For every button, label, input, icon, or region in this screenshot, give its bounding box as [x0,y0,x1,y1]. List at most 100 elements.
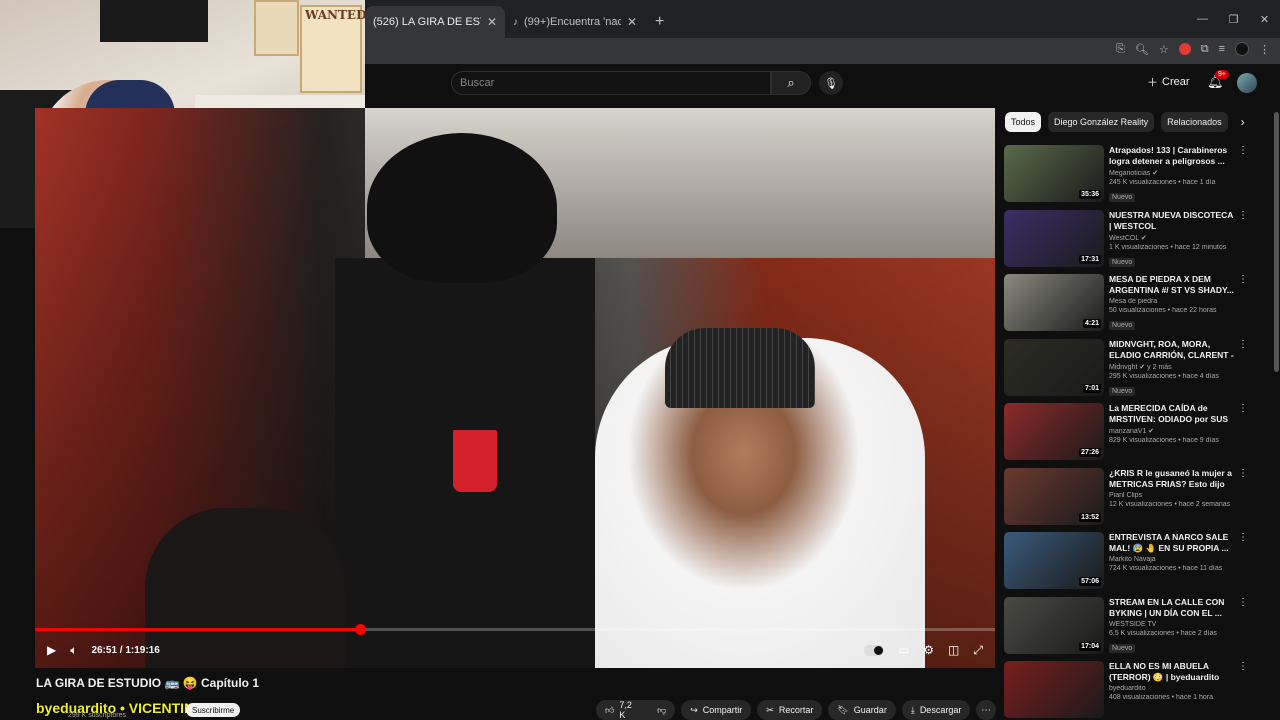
recommendation-info: ENTREVISTA A NARCO SALE MAL! 😰 🤚 EN SU P… [1109,532,1237,572]
close-tab-icon[interactable]: ✕ [487,15,497,29]
chip-todos[interactable]: Todos [1005,112,1042,132]
recommendation-title[interactable]: MIDNVGHT, ROA, MORA, ELADIO CARRIÓN, CLA… [1109,339,1237,361]
cast-icon[interactable]: ⎘ [1116,43,1125,56]
video-thumbnail[interactable] [1004,661,1104,718]
extension-icon[interactable] [1178,43,1191,55]
voice-search-button[interactable]: 🎙︎ [819,71,843,95]
clip-button[interactable]: ✂ Recortar [757,700,823,720]
time-display: 26:51 / 1:19:16 [91,644,160,656]
account-avatar[interactable] [1237,73,1257,93]
video-thumbnail[interactable]: 7:01 [1004,338,1104,396]
recommendation-channel[interactable]: Midnvght ✔ y 2 más [1109,363,1237,371]
recommendation-channel[interactable]: Mesa de piedra [1109,298,1237,305]
volume-icon[interactable]: 🔈︎ [70,643,77,658]
recommendation-title[interactable]: MESA DE PIEDRA X DEM ARGENTINA #/ ST VS … [1109,274,1237,296]
recommendation-item[interactable]: 35:36 Atrapados! 133 | Carabineros logra … [1004,145,1254,210]
kebab-menu-icon[interactable]: ⋮ [1238,597,1248,608]
youtube-header: Buscar ⌕ 🎙︎ ＋ Crear 🔔︎ 9+ [365,64,1280,108]
pinstripe-hat [665,328,815,408]
like-button[interactable]: 👍︎ 7,2 K [596,700,648,720]
bookmark-star-icon[interactable]: ☆ [1159,43,1169,56]
minimize-button[interactable]: — [1187,13,1218,25]
video-player[interactable]: ▶ 🔈︎ 26:51 / 1:19:16 ▭ ⚙ ◫ ⤢ [35,108,995,668]
kebab-menu-icon[interactable]: ⋮ [1238,532,1248,543]
dislike-button[interactable]: 👎︎ [648,700,675,720]
more-actions-button[interactable]: ⋯ [976,700,996,720]
search-input[interactable]: Buscar [451,71,771,95]
recommendation-item[interactable]: 57:06 ENTREVISTA A NARCO SALE MAL! 😰 🤚 EN… [1004,532,1254,597]
video-thumbnail[interactable]: 27:26 [1004,403,1104,460]
video-thumbnail[interactable]: 17:04 [1004,596,1104,654]
new-tab-button[interactable]: + [645,6,674,38]
recommendation-title[interactable]: La MERECIDA CAÍDA de MRSTIVEN: ODIADO po… [1109,403,1237,425]
video-thumbnail[interactable]: 57:06 [1004,532,1104,589]
recommendation-item[interactable]: 17:31 NUESTRA NUEVA DISCOTECA | WESTCOL We… [1004,209,1254,275]
profile-icon[interactable] [1235,42,1249,56]
kebab-menu-icon[interactable]: ⋮ [1238,210,1248,221]
create-button[interactable]: ＋ Crear [1147,74,1190,90]
recommendation-item[interactable]: ELLA NO ES MI ABUELA (TERROR) 😳 | byedua… [1004,661,1254,720]
video-duration: 13:52 [1079,512,1101,522]
recommendation-title[interactable]: ENTREVISTA A NARCO SALE MAL! 😰 🤚 EN SU P… [1109,532,1237,554]
recommendation-item[interactable]: 27:26 La MERECIDA CAÍDA de MRSTIVEN: ODIA… [1004,403,1254,468]
scissors-icon: ✂ [766,704,774,715]
recommendation-channel[interactable]: Meganoticias ✔ [1109,169,1237,177]
share-button[interactable]: ↪ Compartir [681,700,752,720]
recommendation-info: ELLA NO ES MI ABUELA (TERROR) 😳 | byedua… [1109,661,1237,701]
browser-menu-icon[interactable]: ⋮ [1259,43,1270,56]
maximize-button[interactable]: ❐ [1218,13,1249,26]
extensions-puzzle-icon[interactable]: ⧉ [1201,43,1209,56]
close-tab-icon[interactable]: ✕ [627,15,637,29]
video-thumbnail[interactable]: 4:21 [1004,274,1104,331]
share-icon: ↪ [690,704,698,715]
kebab-menu-icon[interactable]: ⋮ [1238,339,1248,350]
subtitles-icon[interactable]: ▭ [898,643,909,657]
recommendation-item[interactable]: 7:01 MIDNVGHT, ROA, MORA, ELADIO CARRIÓN,… [1004,338,1254,404]
recommendation-title[interactable]: ELLA NO ES MI ABUELA (TERROR) 😳 | byedua… [1109,661,1237,683]
progress-fill [35,628,361,631]
media-icon[interactable]: ≡ [1219,43,1225,55]
download-button[interactable]: ⤓ Descargar [901,700,971,720]
recommendation-info: Atrapados! 133 | Carabineros logra deten… [1109,145,1237,204]
play-icon[interactable]: ▶ [47,643,56,657]
miniplayer-icon[interactable]: ◫ [948,643,959,657]
search-button[interactable]: ⌕ [771,71,811,95]
kebab-menu-icon[interactable]: ⋮ [1238,274,1248,285]
recommendation-item[interactable]: 4:21 MESA DE PIEDRA X DEM ARGENTINA #/ ST… [1004,274,1254,339]
video-thumbnail[interactable]: 35:36 [1004,145,1104,202]
subscribe-button[interactable]: Suscribirme [186,703,241,717]
recommendation-item[interactable]: 13:52 ¿KRIS R le gusaneó la mujer a METRI… [1004,467,1254,533]
chip-diego-gonzalez[interactable]: Diego González Reality [1048,112,1155,132]
recommendation-channel[interactable]: Markito Navaja [1109,556,1237,563]
kebab-menu-icon[interactable]: ⋮ [1238,145,1248,156]
recommendation-info: MESA DE PIEDRA X DEM ARGENTINA #/ ST VS … [1109,274,1237,332]
recommendation-channel[interactable]: byeduardito [1109,685,1237,692]
browser-tab-youtube[interactable]: (526) LA GIRA DE ESTUDIO ✕ [365,6,505,38]
kebab-menu-icon[interactable]: ⋮ [1238,403,1248,414]
recommendation-title[interactable]: ¿KRIS R le gusaneó la mujer a METRICAS F… [1109,468,1237,490]
kebab-menu-icon[interactable]: ⋮ [1238,468,1248,479]
video-duration: 27:26 [1079,448,1101,457]
fullscreen-icon[interactable]: ⤢ [973,643,983,658]
recommendation-title[interactable]: STREAM EN LA CALLE CON BYKING | UN DÍA C… [1109,597,1237,619]
save-button[interactable]: 🔖︎ Guardar [828,700,896,720]
recommendation-channel[interactable]: WESTSIDE TV [1109,621,1237,628]
browser-tab-tiktok[interactable]: ♪ (99+)Encuentra 'nachomylano' ✕ [505,6,645,38]
recommendation-title[interactable]: NUESTRA NUEVA DISCOTECA | WESTCOL [1109,210,1237,232]
zoom-icon[interactable]: 🔍︎ [1135,43,1149,56]
sidebar-scrollbar[interactable] [1274,112,1279,372]
video-thumbnail[interactable]: 17:31 [1004,209,1104,267]
chevron-right-icon[interactable]: › [1241,115,1245,129]
settings-gear-icon[interactable]: ⚙ [923,643,934,657]
recommendation-title[interactable]: Atrapados! 133 | Carabineros logra deten… [1109,145,1237,167]
progress-bar[interactable] [35,624,995,635]
autoplay-toggle[interactable] [863,644,884,656]
recommendation-channel[interactable]: manzanaV1 ✔ [1109,427,1237,435]
recommendation-item[interactable]: 17:04 STREAM EN LA CALLE CON BYKING | UN … [1004,596,1254,662]
kebab-menu-icon[interactable]: ⋮ [1238,661,1248,672]
video-thumbnail[interactable]: 13:52 [1004,467,1104,525]
recommendation-channel[interactable]: Pianl Clips [1109,492,1237,499]
recommendation-channel[interactable]: WestCOL ✔ [1109,234,1237,242]
chip-relacionados[interactable]: Relacionados [1161,112,1228,132]
close-window-button[interactable]: ✕ [1249,13,1280,26]
